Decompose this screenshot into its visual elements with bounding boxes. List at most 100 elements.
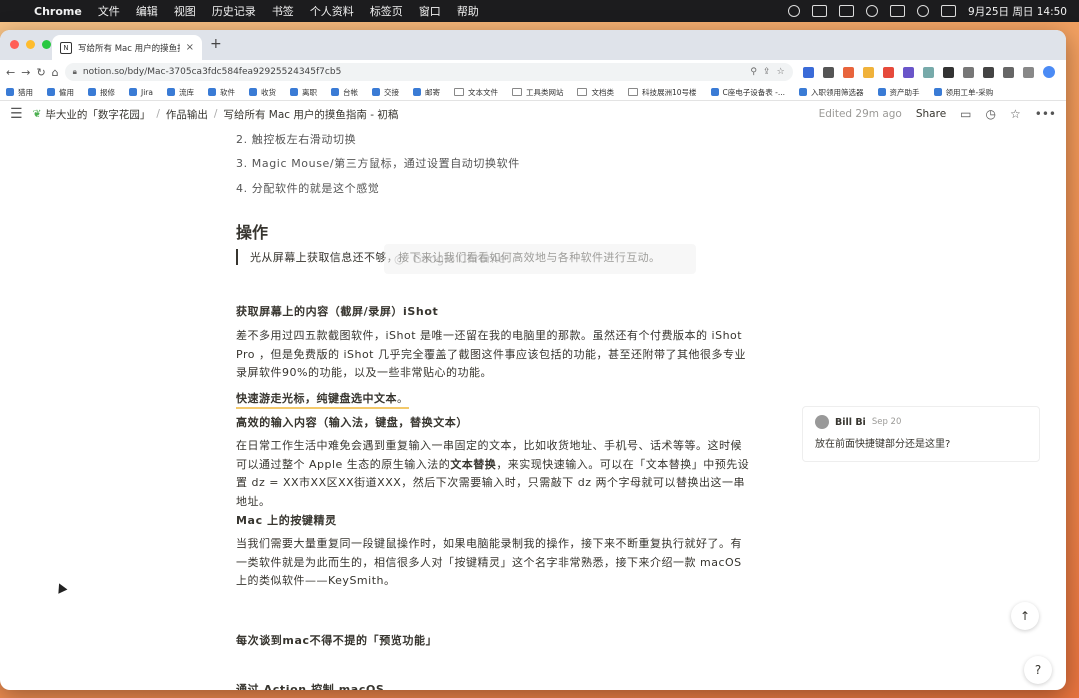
extension-icon[interactable]: [942, 66, 954, 78]
folder-icon: [627, 88, 638, 96]
zoom-icon[interactable]: ⚲: [750, 67, 757, 77]
bookmark-item[interactable]: 入职领用筛选器: [799, 87, 864, 98]
chrome-notification-popup[interactable]: ◎ Google Chrome: [384, 244, 696, 274]
subheading-keysmith: Mac 上的按键精灵: [236, 514, 337, 527]
menu-edit[interactable]: 编辑: [128, 3, 166, 19]
bookmark-favicon-icon: [412, 88, 421, 96]
chrome-menu-icon[interactable]: ⋮: [1064, 66, 1066, 79]
extension-icon[interactable]: [842, 66, 854, 78]
menu-profiles[interactable]: 个人资料: [302, 3, 362, 19]
comments-icon[interactable]: ▭: [960, 107, 971, 121]
close-window-button[interactable]: [10, 40, 19, 49]
subheading-ishot: 获取屏幕上的内容（截屏/录屏）iShot: [236, 305, 439, 318]
bookmark-item[interactable]: 邮寄: [412, 87, 440, 98]
bookmark-item[interactable]: 软件: [207, 87, 235, 98]
topbar-actions: Edited 29m ago Share ▭ ◷ ☆ •••: [819, 107, 1056, 121]
bookmark-item[interactable]: 报修: [88, 87, 115, 98]
help-button[interactable]: ?: [1024, 656, 1052, 684]
puzzle-icon[interactable]: [1002, 66, 1014, 78]
bookmark-item[interactable]: 资产助手: [877, 87, 920, 98]
chrome-window: N 写给所有 Mac 用户的摸鱼指南 × + ← → ↻ ⌂ 🔒︎ notion…: [0, 30, 1066, 690]
bookmark-folder[interactable]: 文本文件: [453, 87, 498, 98]
notion-topbar: ☰ ❦ 毕大业的「数字花园」 / 作品输出 / 写给所有 Mac 用户的摸鱼指南…: [0, 101, 1066, 127]
wifi-icon[interactable]: [866, 5, 879, 17]
sidebar-toggle-icon[interactable]: [1022, 66, 1034, 78]
status-app-icon[interactable]: [788, 5, 801, 17]
tab-close-icon[interactable]: ×: [186, 42, 194, 53]
menu-view[interactable]: 视图: [166, 3, 204, 19]
more-options-icon[interactable]: •••: [1035, 107, 1056, 121]
favorite-star-icon[interactable]: ☆: [1010, 107, 1021, 121]
battery-icon[interactable]: [890, 5, 906, 17]
extension-icon[interactable]: [902, 66, 914, 78]
bookmark-item[interactable]: 收货: [248, 87, 276, 98]
extension-icon[interactable]: [882, 66, 894, 78]
bookmark-item[interactable]: 领用工单-采购: [933, 87, 994, 98]
extension-icon[interactable]: [922, 66, 934, 78]
share-page-icon[interactable]: ⇪: [763, 67, 771, 77]
minimize-window-button[interactable]: [26, 40, 35, 49]
home-button[interactable]: ⌂: [52, 66, 59, 79]
bookmark-star-icon[interactable]: ☆: [777, 67, 785, 77]
list-item: 3. Magic Mouse/第三方鼠标，通过设置自动切换软件: [236, 157, 520, 170]
bookmarks-bar: 猎用 僱用 报修 Jira 流库 软件 收货 离职 台帐 交接 邮寄 文本文件 …: [0, 84, 1066, 101]
lock-icon[interactable]: 🔒︎: [73, 67, 77, 77]
bookmark-label: C座电子设备表 -...: [722, 87, 786, 97]
breadcrumb-section[interactable]: 作品输出: [166, 107, 208, 122]
share-button[interactable]: Share: [916, 108, 946, 120]
menu-app-name[interactable]: Chrome: [26, 5, 90, 18]
paragraph-ishot: 差不多用过四五款截图软件，iShot 是唯一还留在我的电脑里的那款。虽然还有个付…: [236, 329, 746, 379]
bookmark-label: 工具类网站: [525, 87, 564, 97]
bookmark-item[interactable]: Jira: [129, 88, 153, 97]
scroll-to-top-button[interactable]: ↑: [1011, 602, 1039, 630]
menubar-clock[interactable]: 9月25日 周日 14:50: [968, 4, 1067, 19]
bookmark-item[interactable]: 交接: [371, 87, 399, 98]
bookmark-label: 软件: [219, 87, 235, 97]
breadcrumb-workspace[interactable]: 毕大业的「数字花园」: [45, 107, 150, 122]
extension-icon[interactable]: [802, 66, 814, 78]
mouse-cursor-icon: [54, 581, 68, 594]
forward-button[interactable]: →: [21, 66, 30, 79]
bookmark-folder[interactable]: 工具类网站: [511, 87, 564, 98]
comment-author: Bill Bi: [835, 416, 866, 428]
status-display-icon[interactable]: [839, 5, 855, 17]
breadcrumb-page[interactable]: 写给所有 Mac 用户的摸鱼指南 - 初稿: [223, 107, 398, 122]
status-keyboard-icon[interactable]: [812, 5, 828, 17]
history-clock-icon[interactable]: ◷: [986, 107, 996, 121]
search-icon[interactable]: [917, 5, 930, 17]
chrome-logo-icon: ◎: [394, 252, 405, 266]
extension-icon[interactable]: [962, 66, 974, 78]
reload-button[interactable]: ↻: [36, 66, 45, 79]
zoom-window-button[interactable]: [42, 40, 51, 49]
extension-icon[interactable]: [862, 66, 874, 78]
bookmark-item[interactable]: 离职: [289, 87, 317, 98]
menu-tab[interactable]: 标签页: [362, 3, 411, 19]
menu-window[interactable]: 窗口: [411, 3, 449, 19]
bookmark-label: 领用工单-采购: [945, 87, 994, 97]
bookmark-folder[interactable]: 文档类: [577, 87, 614, 98]
hamburger-menu-icon[interactable]: ☰: [10, 106, 23, 122]
menu-help[interactable]: 帮助: [449, 3, 487, 19]
new-tab-button[interactable]: +: [210, 36, 222, 52]
extension-icon[interactable]: [822, 66, 834, 78]
bookmark-item[interactable]: 猎用: [6, 87, 33, 98]
menu-history[interactable]: 历史记录: [204, 3, 264, 19]
menu-file[interactable]: 文件: [90, 3, 128, 19]
bookmark-item[interactable]: 僱用: [47, 87, 74, 98]
active-tab[interactable]: N 写给所有 Mac 用户的摸鱼指南 ×: [52, 35, 202, 60]
bookmark-folder[interactable]: 科技展洲10号楼: [627, 87, 697, 98]
bookmark-item[interactable]: C座电子设备表 -...: [710, 87, 786, 98]
control-center-icon[interactable]: [941, 5, 957, 17]
bookmark-favicon-icon: [166, 88, 175, 96]
bookmark-label: 文本文件: [467, 87, 498, 97]
comment-card[interactable]: Bill Bi Sep 20 放在前面快捷键部分还是这里?: [802, 406, 1040, 462]
back-button[interactable]: ←: [6, 66, 15, 79]
address-bar[interactable]: 🔒︎ notion.so/bdy/Mac-3705ca3fdc584fea929…: [64, 63, 793, 81]
extension-icon[interactable]: [982, 66, 994, 78]
menu-bookmarks[interactable]: 书签: [264, 3, 302, 19]
bookmark-item[interactable]: 流库: [166, 87, 194, 98]
bookmark-item[interactable]: 台帐: [330, 87, 358, 98]
profile-avatar[interactable]: [1042, 66, 1055, 78]
url-text[interactable]: notion.so/bdy/Mac-3705ca3fdc584fea929255…: [83, 67, 745, 77]
highlighted-text-tail: 。: [397, 392, 409, 405]
